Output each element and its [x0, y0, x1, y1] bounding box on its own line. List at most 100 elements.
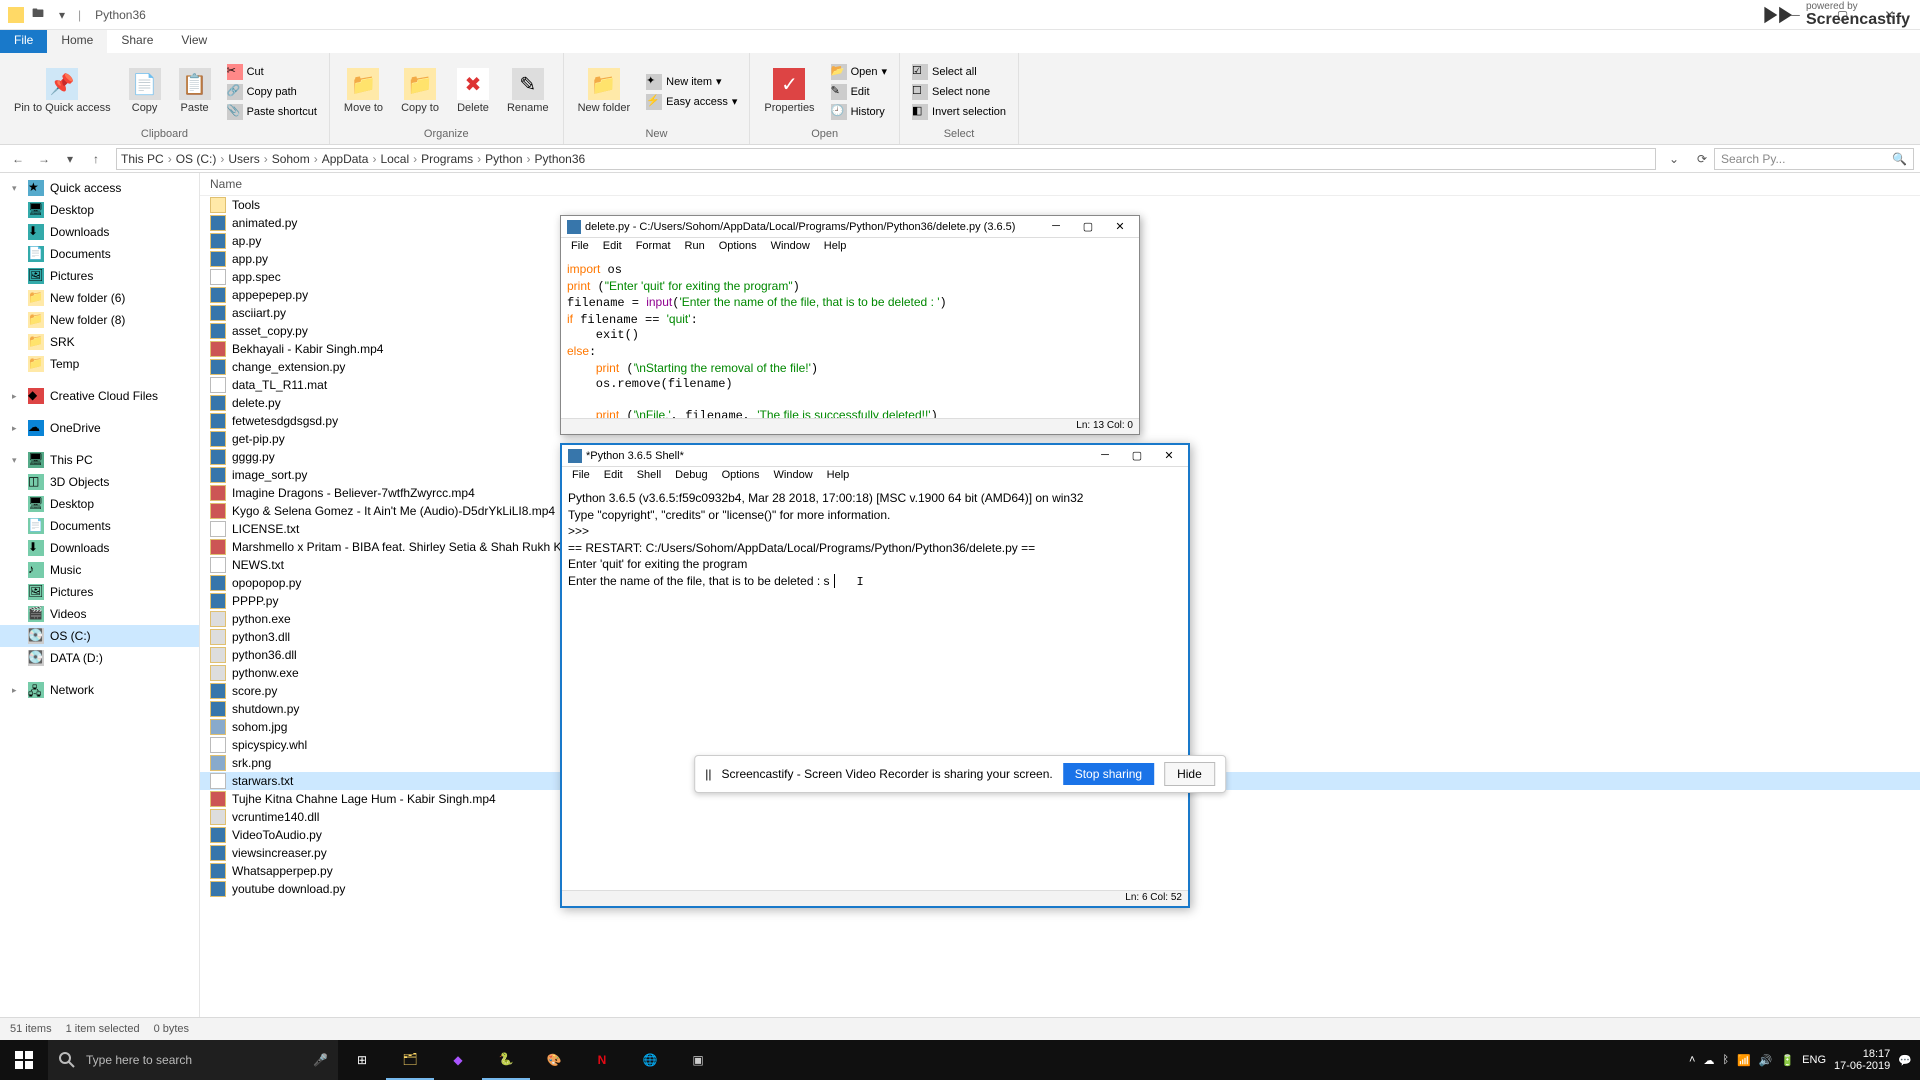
hide-button[interactable]: Hide [1164, 762, 1215, 786]
delete-button[interactable]: ✖Delete [451, 57, 495, 126]
nav-downloads-2[interactable]: ⬇Downloads [0, 537, 199, 559]
nav-pictures[interactable]: 🖼Pictures [0, 265, 199, 287]
qat-dropdown-icon[interactable]: ▾ [52, 5, 72, 25]
pin-quick-access-button[interactable]: 📌Pin to Quick access [8, 57, 117, 126]
terminal-icon[interactable]: ▣ [674, 1040, 722, 1080]
up-button[interactable]: ↑ [84, 147, 108, 171]
column-name[interactable]: Name [210, 177, 630, 191]
idle-taskbar-icon[interactable]: 🐍 [482, 1040, 530, 1080]
menu-run[interactable]: Run [679, 238, 711, 258]
shell-body[interactable]: Python 3.6.5 (v3.6.5:f59c0932b4, Mar 28 … [562, 487, 1188, 890]
tab-file[interactable]: File [0, 30, 47, 53]
tab-share[interactable]: Share [107, 30, 167, 53]
history-button[interactable]: 🕘History [827, 103, 891, 121]
menu-window[interactable]: Window [765, 238, 816, 258]
breadcrumb-part[interactable]: Users [228, 152, 259, 166]
menu-edit[interactable]: Edit [598, 467, 629, 487]
nav-documents[interactable]: 📄Documents [0, 243, 199, 265]
tab-home[interactable]: Home [47, 30, 107, 53]
breadcrumb-part[interactable]: Programs [421, 152, 473, 166]
tray-bluetooth-icon[interactable]: ᛒ [1722, 1054, 1729, 1066]
shell-maximize-button[interactable]: ▢ [1124, 449, 1150, 462]
select-none-button[interactable]: ☐Select none [908, 83, 1010, 101]
tray-wifi-icon[interactable]: 📶 [1737, 1054, 1751, 1067]
shell-titlebar[interactable]: *Python 3.6.5 Shell* ─ ▢ ✕ [562, 445, 1188, 467]
nav-temp[interactable]: 📁Temp [0, 353, 199, 375]
nav-3d-objects[interactable]: ◫3D Objects [0, 471, 199, 493]
new-item-button[interactable]: ✦New item ▾ [642, 73, 741, 91]
nav-onedrive[interactable]: ▸☁OneDrive [0, 417, 199, 439]
nav-downloads[interactable]: ⬇Downloads [0, 221, 199, 243]
file-row[interactable]: Tools [200, 196, 1920, 214]
refresh-button[interactable]: ⟳ [1690, 147, 1714, 171]
start-button[interactable] [0, 1040, 48, 1080]
paste-button[interactable]: 📋Paste [173, 57, 217, 126]
menu-options[interactable]: Options [716, 467, 766, 487]
breadcrumb[interactable]: This PC›OS (C:)›Users›Sohom›AppData›Loca… [116, 148, 1656, 170]
nav-srk[interactable]: 📁SRK [0, 331, 199, 353]
tray-language[interactable]: ENG [1802, 1054, 1826, 1066]
cut-button[interactable]: ✂Cut [223, 63, 321, 81]
editor-minimize-button[interactable]: ─ [1043, 220, 1069, 233]
rename-button[interactable]: ✎Rename [501, 57, 555, 126]
nav-new-folder-6[interactable]: 📁New folder (6) [0, 287, 199, 309]
breadcrumb-part[interactable]: OS (C:) [176, 152, 217, 166]
nav-creative-cloud[interactable]: ▸◆Creative Cloud Files [0, 385, 199, 407]
chrome-icon[interactable]: 🌐 [626, 1040, 674, 1080]
select-all-button[interactable]: ☑Select all [908, 63, 1010, 81]
nav-pictures-2[interactable]: 🖼Pictures [0, 581, 199, 603]
breadcrumb-part[interactable]: Local [380, 152, 409, 166]
move-to-button[interactable]: 📁Move to [338, 57, 389, 126]
tray-chevron-icon[interactable]: ˄ [1689, 1054, 1695, 1066]
menu-help[interactable]: Help [818, 238, 853, 258]
shell-minimize-button[interactable]: ─ [1092, 449, 1118, 462]
taskbar-search[interactable]: Type here to search 🎤 [48, 1040, 338, 1080]
clock[interactable]: 18:17 17-06-2019 [1834, 1048, 1890, 1072]
breadcrumb-part[interactable]: AppData [322, 152, 369, 166]
easy-access-button[interactable]: ⚡Easy access ▾ [642, 93, 741, 111]
breadcrumb-part[interactable]: Python [485, 152, 522, 166]
tray-battery-icon[interactable]: 🔋 [1780, 1054, 1794, 1067]
nav-new-folder-8[interactable]: 📁New folder (8) [0, 309, 199, 331]
shell-close-button[interactable]: ✕ [1156, 449, 1182, 462]
copy-to-button[interactable]: 📁Copy to [395, 57, 445, 126]
menu-debug[interactable]: Debug [669, 467, 713, 487]
task-view-icon[interactable]: ⊞ [338, 1040, 386, 1080]
editor-maximize-button[interactable]: ▢ [1075, 220, 1101, 233]
screencastify-pause-icon[interactable]: || [705, 767, 711, 781]
invert-selection-button[interactable]: ◧Invert selection [908, 103, 1010, 121]
nav-videos[interactable]: 🎬Videos [0, 603, 199, 625]
back-button[interactable]: ← [6, 147, 30, 171]
nav-network[interactable]: ▸🖧Network [0, 679, 199, 701]
recent-dropdown[interactable]: ▾ [58, 147, 82, 171]
nav-this-pc[interactable]: ▾🖥This PC [0, 449, 199, 471]
copy-path-button[interactable]: 🔗Copy path [223, 83, 321, 101]
nav-music[interactable]: ♪Music [0, 559, 199, 581]
search-input[interactable]: Search Py... 🔍 [1714, 148, 1914, 170]
nav-desktop[interactable]: 🖥Desktop [0, 199, 199, 221]
properties-button[interactable]: ✓Properties [758, 57, 820, 126]
menu-help[interactable]: Help [821, 467, 856, 487]
breadcrumb-part[interactable]: This PC [121, 152, 164, 166]
breadcrumb-part[interactable]: Sohom [272, 152, 310, 166]
forward-button[interactable]: → [32, 147, 56, 171]
tray-cloud-icon[interactable]: ☁ [1703, 1054, 1714, 1067]
taskbar-app-2-icon[interactable]: 🎨 [530, 1040, 578, 1080]
menu-window[interactable]: Window [768, 467, 819, 487]
file-explorer-icon[interactable]: 🗂 [386, 1040, 434, 1080]
nav-data-d[interactable]: 💽DATA (D:) [0, 647, 199, 669]
mic-icon[interactable]: 🎤 [313, 1053, 328, 1067]
open-button[interactable]: 📂Open ▾ [827, 63, 891, 81]
tab-view[interactable]: View [167, 30, 221, 53]
menu-shell[interactable]: Shell [631, 467, 667, 487]
menu-edit[interactable]: Edit [597, 238, 628, 258]
paste-shortcut-button[interactable]: 📎Paste shortcut [223, 103, 321, 121]
qat-folder-icon[interactable]: 🖿 [28, 5, 48, 25]
taskbar-app-1-icon[interactable]: ◆ [434, 1040, 482, 1080]
stop-sharing-button[interactable]: Stop sharing [1063, 763, 1154, 785]
menu-file[interactable]: File [566, 467, 596, 487]
nav-os-c[interactable]: 💽OS (C:) [0, 625, 199, 647]
breadcrumb-dropdown[interactable]: ⌄ [1662, 147, 1686, 171]
breadcrumb-part[interactable]: Python36 [535, 152, 586, 166]
edit-button[interactable]: ✎Edit [827, 83, 891, 101]
